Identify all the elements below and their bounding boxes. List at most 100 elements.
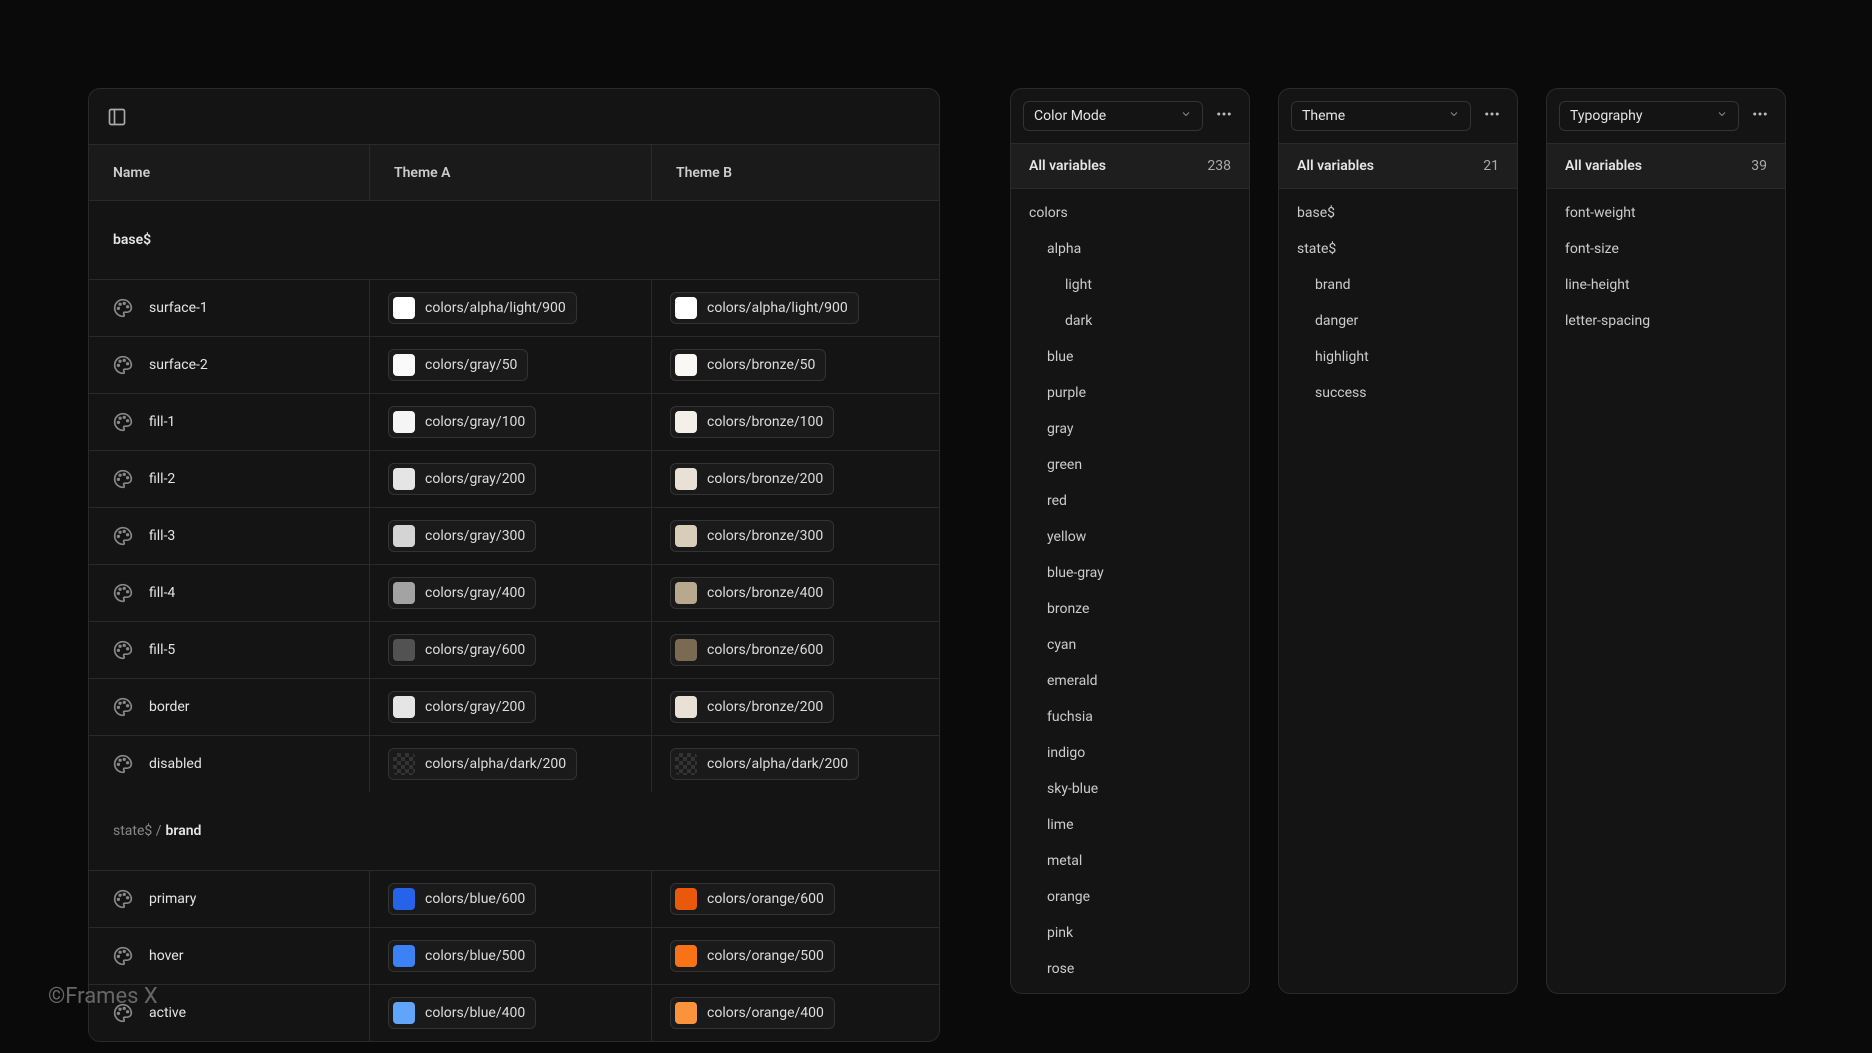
value-cell[interactable]: colors/alpha/light/900 <box>369 280 651 336</box>
value-cell[interactable]: colors/orange/500 <box>651 928 933 984</box>
tree-item[interactable]: base$ <box>1279 195 1517 231</box>
name-cell: fill-2 <box>89 451 369 507</box>
tree-item[interactable]: red <box>1011 483 1249 519</box>
tree-item[interactable]: emerald <box>1011 663 1249 699</box>
tree-item[interactable]: green <box>1011 447 1249 483</box>
tree-item[interactable]: success <box>1279 375 1517 411</box>
tree-item[interactable]: letter-spacing <box>1547 303 1785 339</box>
tree-item[interactable]: dark <box>1011 303 1249 339</box>
value-cell[interactable]: colors/blue/600 <box>369 871 651 927</box>
tree-item[interactable]: light <box>1011 267 1249 303</box>
tree-item[interactable]: fuchsia <box>1011 699 1249 735</box>
tree-item[interactable]: alpha <box>1011 231 1249 267</box>
more-button[interactable] <box>1747 101 1773 131</box>
name-cell: fill-3 <box>89 508 369 564</box>
tree-item[interactable]: lime <box>1011 807 1249 843</box>
value-cell[interactable]: colors/bronze/50 <box>651 337 933 393</box>
chevron-down-icon <box>1448 108 1460 124</box>
table-row[interactable]: fill-2colors/gray/200colors/bronze/200 <box>89 450 939 507</box>
value-cell[interactable]: colors/bronze/600 <box>651 622 933 678</box>
summary-row[interactable]: All variables238 <box>1011 143 1249 189</box>
value-cell[interactable]: colors/gray/400 <box>369 565 651 621</box>
name-cell: disabled <box>89 736 369 792</box>
value-cell[interactable]: colors/gray/100 <box>369 394 651 450</box>
palette-icon <box>113 355 133 375</box>
value-cell[interactable]: colors/gray/50 <box>369 337 651 393</box>
table-row[interactable]: fill-3colors/gray/300 colors/bronze/300 <box>89 507 939 564</box>
tree-item[interactable]: line-height <box>1547 267 1785 303</box>
value-cell[interactable]: colors/bronze/200 <box>651 679 933 735</box>
tree-item[interactable]: blue-gray <box>1011 555 1249 591</box>
name-cell: fill-5 <box>89 622 369 678</box>
tree-item[interactable]: pink <box>1011 915 1249 951</box>
tree-item[interactable]: blue <box>1011 339 1249 375</box>
tree-item[interactable]: font-weight <box>1547 195 1785 231</box>
value-cell[interactable]: colors/gray/300 <box>369 508 651 564</box>
token-pill: colors/bronze/300 <box>670 520 834 552</box>
tree-item[interactable]: purple <box>1011 375 1249 411</box>
token-pill: colors/blue/500 <box>388 940 536 972</box>
group-prefix: state$ / <box>113 823 162 839</box>
tree-item[interactable]: brand <box>1279 267 1517 303</box>
table-row[interactable]: surface-1colors/alpha/light/900colors/al… <box>89 279 939 336</box>
tree-item[interactable]: metal <box>1011 843 1249 879</box>
table-row[interactable]: fill-4colors/gray/400colors/bronze/400 <box>89 564 939 621</box>
value-cell[interactable]: colors/alpha/light/900 <box>651 280 933 336</box>
value-cell[interactable]: colors/bronze/400 <box>651 565 933 621</box>
value-cell[interactable]: colors/gray/600 <box>369 622 651 678</box>
tree-item[interactable]: bronze <box>1011 591 1249 627</box>
value-cell[interactable]: colors/orange/600 <box>651 871 933 927</box>
value-cell[interactable]: colors/gray/200 <box>369 451 651 507</box>
token-label: colors/bronze/50 <box>707 357 815 373</box>
tree-item[interactable]: state$ <box>1279 231 1517 267</box>
token-pill: colors/alpha/light/900 <box>388 292 577 324</box>
panel-left-icon <box>107 107 127 127</box>
table-row[interactable]: disabledcolors/alpha/dark/200colors/alph… <box>89 735 939 792</box>
table-row[interactable]: fill-1colors/gray/100colors/bronze/100 <box>89 393 939 450</box>
name-cell: surface-2 <box>89 337 369 393</box>
tree-item[interactable]: sky-blue <box>1011 771 1249 807</box>
value-cell[interactable]: colors/bronze/300 <box>651 508 933 564</box>
tree-item[interactable]: yellow <box>1011 519 1249 555</box>
value-cell[interactable]: colors/gray/200 <box>369 679 651 735</box>
value-cell[interactable]: colors/alpha/dark/200 <box>369 736 651 792</box>
group-header[interactable]: base$ <box>89 201 939 279</box>
collection-dropdown[interactable]: Color Mode <box>1023 101 1203 131</box>
group-header[interactable]: state$ / brand <box>89 792 939 870</box>
tree-item[interactable]: font-size <box>1547 231 1785 267</box>
table-row[interactable]: activecolors/blue/400colors/orange/400 <box>89 984 939 1041</box>
tree-item[interactable]: gray <box>1011 411 1249 447</box>
palette-icon <box>113 697 133 717</box>
table-row[interactable]: bordercolors/gray/200colors/bronze/200 <box>89 678 939 735</box>
summary-row[interactable]: All variables39 <box>1547 143 1785 189</box>
more-button[interactable] <box>1211 101 1237 131</box>
table-row[interactable]: primary colors/blue/600 colors/orange/600 <box>89 870 939 927</box>
collection-dropdown[interactable]: Typography <box>1559 101 1739 131</box>
tree-item[interactable]: danger <box>1279 303 1517 339</box>
token-label: colors/alpha/light/900 <box>425 300 566 316</box>
table-row[interactable]: hovercolors/blue/500colors/orange/500 <box>89 927 939 984</box>
sidebar-toggle-button[interactable] <box>101 101 133 133</box>
more-button[interactable] <box>1479 101 1505 131</box>
tree-item[interactable]: orange <box>1011 879 1249 915</box>
token-pill: colors/blue/600 <box>388 883 536 915</box>
summary-count: 238 <box>1207 158 1231 174</box>
collection-dropdown[interactable]: Theme <box>1291 101 1471 131</box>
tree-item[interactable]: indigo <box>1011 735 1249 771</box>
value-cell[interactable]: colors/bronze/100 <box>651 394 933 450</box>
table-row[interactable]: surface-2colors/gray/50 colors/bronze/50 <box>89 336 939 393</box>
tree-item[interactable]: rose <box>1011 951 1249 987</box>
tree-item[interactable]: cyan <box>1011 627 1249 663</box>
table-row[interactable]: fill-5colors/gray/600 colors/bronze/600 <box>89 621 939 678</box>
token-pill: colors/bronze/600 <box>670 634 834 666</box>
value-cell[interactable]: colors/bronze/200 <box>651 451 933 507</box>
token-label: colors/gray/100 <box>425 414 525 430</box>
tree-item[interactable]: highlight <box>1279 339 1517 375</box>
value-cell[interactable]: colors/orange/400 <box>651 985 933 1041</box>
tree-item[interactable]: colors <box>1011 195 1249 231</box>
name-cell: primary <box>89 871 369 927</box>
value-cell[interactable]: colors/blue/500 <box>369 928 651 984</box>
value-cell[interactable]: colors/blue/400 <box>369 985 651 1041</box>
summary-row[interactable]: All variables21 <box>1279 143 1517 189</box>
value-cell[interactable]: colors/alpha/dark/200 <box>651 736 933 792</box>
